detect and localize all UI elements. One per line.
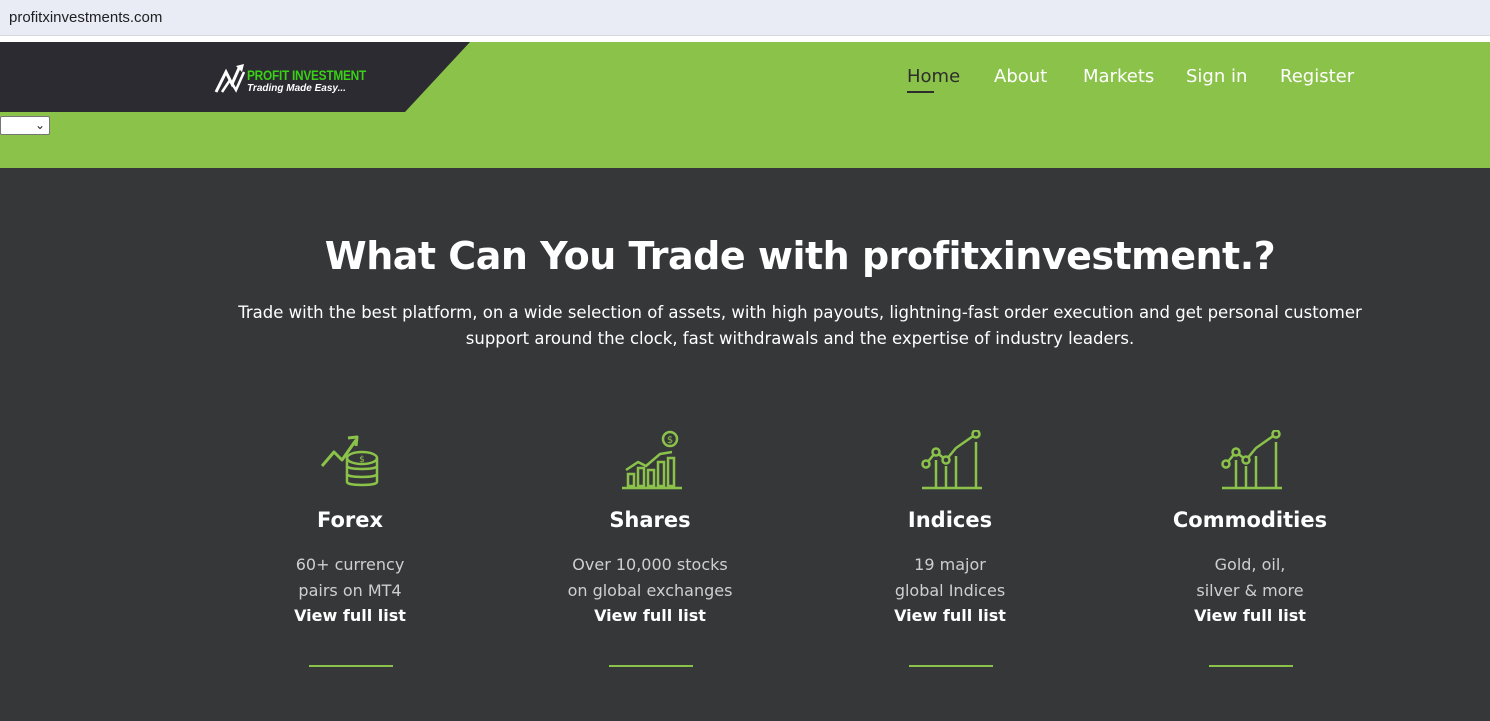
card-description: Gold, oil, silver & more xyxy=(1130,552,1370,604)
bar-chart-dollar-icon: $ xyxy=(622,430,682,490)
card-indices: Indices 19 major global Indices View ful… xyxy=(830,430,1070,670)
nav-sign-in[interactable]: Sign in xyxy=(1186,66,1247,87)
section-subtitle: Trade with the best platform, on a wide … xyxy=(205,300,1395,352)
card-underline xyxy=(309,665,393,667)
desc-line: on global exchanges xyxy=(567,581,733,600)
view-full-list-link[interactable]: View full list xyxy=(1130,606,1370,625)
card-title: Forex xyxy=(316,508,384,532)
language-select[interactable]: ⌄ xyxy=(0,116,50,135)
card-underline xyxy=(909,665,993,667)
desc-line: silver & more xyxy=(1196,581,1304,600)
svg-text:$: $ xyxy=(359,455,365,465)
nav-home[interactable]: Home xyxy=(907,66,960,93)
subtitle-line: support around the clock, fast withdrawa… xyxy=(465,329,1135,348)
desc-line: 19 major xyxy=(914,555,986,574)
view-full-list-link[interactable]: View full list xyxy=(830,606,1070,625)
nav-register[interactable]: Register xyxy=(1280,66,1354,87)
main-nav: Home About Markets Sign in Register xyxy=(0,66,1490,96)
card-underline xyxy=(609,665,693,667)
card-title: Commodities xyxy=(1172,508,1328,532)
url-text[interactable]: profitxinvestments.com xyxy=(9,9,162,26)
desc-line: global Indices xyxy=(894,581,1006,600)
line-chart-icon xyxy=(921,430,982,490)
svg-text:$: $ xyxy=(667,435,673,446)
card-forex: $ Forex 60+ currency pairs on MT4 View f… xyxy=(230,430,470,670)
view-full-list-link[interactable]: View full list xyxy=(530,606,770,625)
section-title: What Can You Trade with profitxinvestmen… xyxy=(324,234,1276,278)
card-title: Indices xyxy=(907,508,993,532)
nav-about[interactable]: About xyxy=(994,66,1047,87)
card-shares: $ Shares Over 10,000 stocks on global ex… xyxy=(530,430,770,670)
site-header: PROFIT INVESTMENT Trading Made Easy... ⌄… xyxy=(0,42,1490,168)
line-chart-icon xyxy=(1221,430,1282,490)
nav-markets[interactable]: Markets xyxy=(1083,66,1154,87)
chevron-down-icon: ⌄ xyxy=(34,118,45,132)
desc-line: Gold, oil, xyxy=(1214,555,1286,574)
desc-line: 60+ currency xyxy=(295,555,405,574)
card-description: Over 10,000 stocks on global exchanges xyxy=(530,552,770,604)
subtitle-line: Trade with the best platform, on a wide … xyxy=(238,303,1362,322)
desc-line: pairs on MT4 xyxy=(298,581,402,600)
trade-section: What Can You Trade with profitxinvestmen… xyxy=(0,168,1490,721)
desc-line: Over 10,000 stocks xyxy=(572,555,728,574)
card-commodities: Commodities Gold, oil, silver & more Vie… xyxy=(1130,430,1370,670)
view-full-list-link[interactable]: View full list xyxy=(230,606,470,625)
coins-growth-icon: $ xyxy=(320,435,379,487)
card-underline xyxy=(1209,665,1293,667)
card-description: 19 major global Indices xyxy=(830,552,1070,604)
card-description: 60+ currency pairs on MT4 xyxy=(230,552,470,604)
browser-address-bar[interactable]: profitxinvestments.com xyxy=(0,0,1490,36)
card-title: Shares xyxy=(609,508,691,532)
